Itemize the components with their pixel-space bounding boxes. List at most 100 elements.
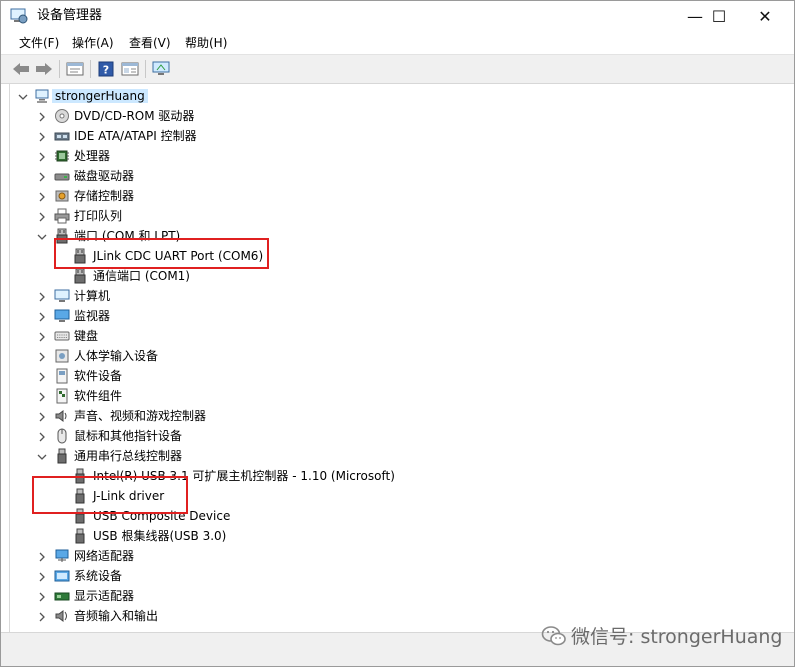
tree-item-label: 人体学输入设备 [74,349,159,363]
root-computer-icon [35,89,49,103]
chevron-right-icon[interactable] [37,211,47,222]
menu-file[interactable]: 文件(F) [19,36,59,50]
tree-item-label: 键盘 [74,329,99,343]
tree-node[interactable]: 打印队列 [10,206,710,226]
chevron-right-icon[interactable] [37,191,47,202]
tree-root[interactable]: strongerHuang [10,86,710,106]
tree-item-label: 显示适配器 [74,589,135,603]
toolbar: ? [1,54,794,84]
wechat-icon [541,625,566,645]
chevron-right-icon[interactable] [37,331,47,342]
menu-view[interactable]: 查看(V) [129,36,171,50]
forward-icon[interactable] [34,59,54,79]
tree-item-label: 声音、视频和游戏控制器 [74,409,207,423]
dvd-icon [55,109,69,123]
tree-node[interactable]: 监视器 [10,306,710,326]
tree-item-label: 计算机 [74,289,111,303]
tree-item-label: DVD/CD-ROM 驱动器 [74,109,195,123]
chevron-right-icon[interactable] [37,291,47,302]
chevron-right-icon[interactable] [37,171,47,182]
tree-node[interactable]: 显示适配器 [10,586,710,606]
mouse-icon [57,428,67,444]
tree-node[interactable]: 通用串行总线控制器 [10,446,710,466]
tree-node[interactable]: 系统设备 [10,566,710,586]
chevron-right-icon[interactable] [37,111,47,122]
tree-node[interactable]: 处理器 [10,146,710,166]
root-node-label: strongerHuang [52,89,148,103]
chevron-right-icon[interactable] [37,351,47,362]
tree-item-label: USB 根集线器(USB 3.0) [93,529,227,543]
watermark-text: 微信号: strongerHuang [571,626,783,648]
tree-item-label: 软件组件 [74,389,123,403]
tree-item-label: 通用串行总线控制器 [74,449,183,463]
computer-icon [54,289,70,302]
properties-icon[interactable] [65,59,85,79]
chevron-right-icon[interactable] [37,431,47,442]
title-bar: 设备管理器 — ☐ ✕ [1,1,794,32]
tree-node[interactable]: 计算机 [10,286,710,306]
chevron-right-icon[interactable] [37,611,47,622]
chevron-right-icon[interactable] [37,551,47,562]
system-icon [54,570,70,582]
usb-icon [57,448,67,464]
menu-action[interactable]: 操作(A) [72,36,114,50]
chevron-right-icon[interactable] [37,571,47,582]
svg-text:?: ? [103,64,109,77]
chevron-right-icon[interactable] [37,411,47,422]
toolbar-separator [59,60,60,78]
toolbar-separator [90,60,91,78]
printer-icon [54,208,70,224]
tree-node[interactable]: 键盘 [10,326,710,346]
tree-node[interactable]: 网络适配器 [10,546,710,566]
disk-icon [54,173,70,181]
tree-node[interactable]: IDE ATA/ATAPI 控制器 [10,126,710,146]
chevron-right-icon[interactable] [37,151,47,162]
tree-node[interactable]: 软件组件 [10,386,710,406]
usb-device-icon [75,528,85,544]
storage-icon [55,190,69,202]
monitor-icon[interactable] [151,59,171,79]
help-icon[interactable]: ? [96,59,116,79]
processor-icon [55,150,69,162]
tree-node[interactable]: DVD/CD-ROM 驱动器 [10,106,710,126]
chevron-right-icon[interactable] [37,131,47,142]
tree-item-label: 磁盘驱动器 [74,169,135,183]
view-icon[interactable] [120,59,140,79]
network-icon [55,549,69,562]
tree-child-node[interactable]: 通信端口 (COM1) [10,266,710,286]
chevron-right-icon[interactable] [37,371,47,382]
tree-child-node[interactable]: USB 根集线器(USB 3.0) [10,526,710,546]
tree-node[interactable]: 存储控制器 [10,186,710,206]
chevron-down-icon[interactable] [37,231,47,241]
chevron-down-icon[interactable] [37,451,47,461]
highlight-box-jlink-port [54,238,269,269]
chevron-right-icon[interactable] [37,391,47,402]
menu-help[interactable]: 帮助(H) [185,36,227,50]
back-icon[interactable] [11,59,31,79]
software-component-icon [56,388,68,404]
tree-item-label: IDE ATA/ATAPI 控制器 [74,129,197,143]
chevron-right-icon[interactable] [37,311,47,322]
tree-item-label: 音频输入和输出 [74,609,159,623]
chevron-down-icon[interactable] [18,91,28,101]
menu-bar: 文件(F) 操作(A) 查看(V) 帮助(H) [1,32,794,54]
toolbar-separator [145,60,146,78]
device-manager-window: 设备管理器 — ☐ ✕ 文件(F) 操作(A) 查看(V) 帮助(H) ? st… [0,0,795,667]
tree-item-label: 打印队列 [74,209,123,223]
tree-item-label: 网络适配器 [74,549,135,563]
tree-item-label: 存储控制器 [74,189,135,203]
keyboard-icon [54,331,70,341]
monitor-icon [54,309,70,322]
chevron-right-icon[interactable] [37,591,47,602]
tree-item-label: 监视器 [74,309,111,323]
tree-node[interactable]: 声音、视频和游戏控制器 [10,406,710,426]
tree-node[interactable]: 人体学输入设备 [10,346,710,366]
close-button[interactable]: ✕ [742,1,788,32]
tree-node[interactable]: 鼠标和其他指针设备 [10,426,710,446]
hid-icon [55,349,69,363]
display-icon [54,592,70,601]
highlight-box-jlink-driver [32,476,188,514]
tree-node[interactable]: 磁盘驱动器 [10,166,710,186]
maximize-button[interactable]: ☐ [696,1,742,32]
tree-node[interactable]: 软件设备 [10,366,710,386]
